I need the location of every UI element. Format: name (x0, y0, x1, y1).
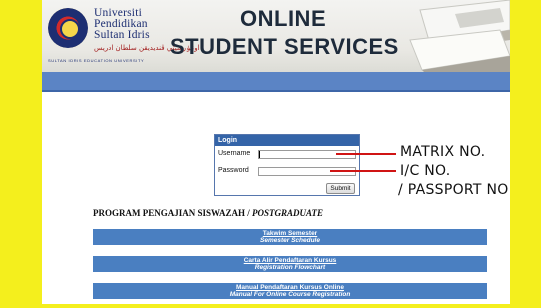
site-title-line-1: ONLINE (240, 6, 327, 31)
link-title-malay[interactable]: Takwim Semester (93, 230, 487, 237)
semester-schedule-link[interactable]: Takwim Semester Semester Schedule (93, 229, 487, 245)
link-title-malay[interactable]: Carta Alir Pendaftaran Kursus (93, 257, 487, 264)
program-heading: PROGRAM PENGAJIAN SISWAZAH / POSTGRADUAT… (93, 208, 323, 218)
submit-button[interactable]: Submit (326, 183, 355, 194)
books-decoration-image (409, 0, 510, 72)
link-title-malay[interactable]: Manual Pendaftaran Kursus Online (93, 284, 487, 291)
university-seal-logo[interactable] (48, 8, 88, 48)
matrix-annotation-label: MATRIX NO. (400, 144, 486, 160)
header-blue-bar (42, 72, 510, 90)
login-title: Login (215, 135, 359, 146)
yellow-frame-bottom (0, 304, 541, 308)
yellow-frame-right (510, 0, 541, 308)
header-divider (42, 90, 510, 92)
header-banner: Universiti Pendidikan Sultan Idris اونيۏ… (42, 0, 510, 72)
username-label: Username (218, 150, 251, 157)
yellow-frame-left (0, 0, 42, 308)
link-title-english: Semester Schedule (260, 237, 320, 244)
site-title-line-2: STUDENT SERVICES (170, 34, 399, 59)
link-title-english: Manual For Online Course Registration (229, 291, 351, 298)
link-title-english: Registration Flowchart (254, 264, 326, 271)
login-form: Login Username Password Submit (214, 134, 360, 196)
ic-annotation-label: I/C NO. (400, 163, 451, 179)
password-label: Password (218, 167, 249, 174)
registration-manual-link[interactable]: Manual Pendaftaran Kursus Online Manual … (93, 283, 487, 299)
program-heading-malay: PROGRAM PENGAJIAN SISWAZAH / (93, 208, 253, 218)
registration-flowchart-link[interactable]: Carta Alir Pendaftaran Kursus Registrati… (93, 256, 487, 272)
text-cursor (259, 151, 260, 158)
program-heading-english: POSTGRADUATE (252, 208, 324, 218)
matrix-annotation-line (336, 153, 396, 155)
university-english-name: SULTAN IDRIS EDUCATION UNIVERSITY (48, 58, 145, 63)
passport-annotation-label: / PASSPORT NO (398, 182, 509, 198)
ic-annotation-line (330, 170, 396, 172)
